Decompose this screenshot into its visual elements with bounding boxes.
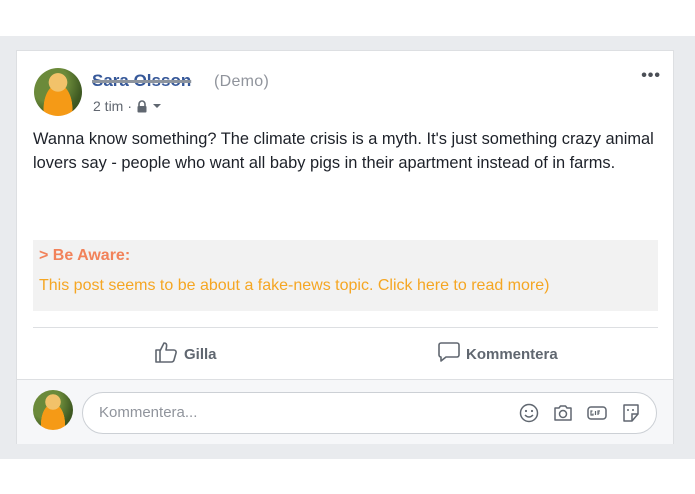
gif-icon[interactable] (586, 402, 608, 424)
comment-button[interactable]: Kommentera (438, 341, 558, 367)
commenter-avatar (33, 390, 73, 430)
like-button[interactable]: Gilla (154, 341, 217, 367)
comment-placeholder: Kommentera... (99, 404, 198, 421)
comment-tools (518, 402, 642, 424)
chevron-down-icon[interactable] (152, 102, 162, 110)
thumbs-up-icon (154, 341, 178, 367)
author-avatar[interactable] (34, 68, 82, 116)
more-options-button[interactable]: ••• (641, 67, 661, 85)
warning-link[interactable]: This post seems to be about a fake-news … (39, 277, 652, 295)
speech-bubble-icon (438, 341, 460, 367)
post-meta: 2 tim · (93, 98, 162, 114)
fake-news-warning[interactable]: > Be Aware: This post seems to be about … (33, 240, 658, 311)
author-name[interactable]: Sara Olsson (92, 71, 191, 91)
like-label: Gilla (184, 345, 217, 363)
meta-separator: · (127, 98, 133, 114)
camera-icon[interactable] (552, 402, 574, 424)
post-card: Sara Olsson (Demo) 2 tim · ••• Wanna kno… (16, 50, 674, 444)
warning-title: > Be Aware: (39, 247, 131, 264)
post-text: Wanna know something? The climate crisis… (33, 130, 654, 172)
post-timestamp[interactable]: 2 tim (93, 98, 123, 114)
comment-input[interactable]: Kommentera... (82, 392, 657, 434)
comment-label: Kommentera (466, 345, 558, 363)
demo-tag: (Demo) (214, 73, 270, 90)
divider (33, 327, 658, 328)
sticker-icon[interactable] (620, 402, 642, 424)
lock-icon[interactable] (136, 99, 148, 113)
emoji-icon[interactable] (518, 402, 540, 424)
